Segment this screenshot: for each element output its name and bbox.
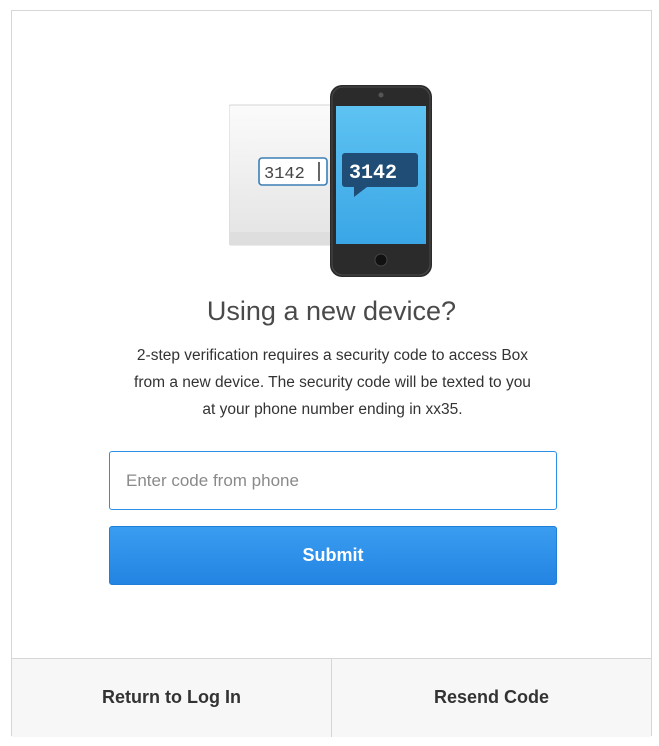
- resend-code-button[interactable]: Resend Code: [331, 659, 651, 737]
- verification-card: 3142 3142 Using a new device? 2-step ver…: [11, 10, 652, 737]
- security-code-input[interactable]: [109, 451, 557, 510]
- page-title: Using a new device?: [206, 296, 457, 326]
- device-verification-illustration: 3142 3142: [229, 85, 432, 277]
- footer-actions: Return to Log In Resend Code: [12, 658, 651, 737]
- phone-code-text: 3142: [349, 162, 397, 185]
- desktop-code-text: 3142: [264, 165, 305, 184]
- verification-description: 2-step verification requires a security …: [134, 347, 531, 418]
- submit-button[interactable]: Submit: [109, 526, 557, 585]
- return-to-login-button[interactable]: Return to Log In: [12, 659, 331, 737]
